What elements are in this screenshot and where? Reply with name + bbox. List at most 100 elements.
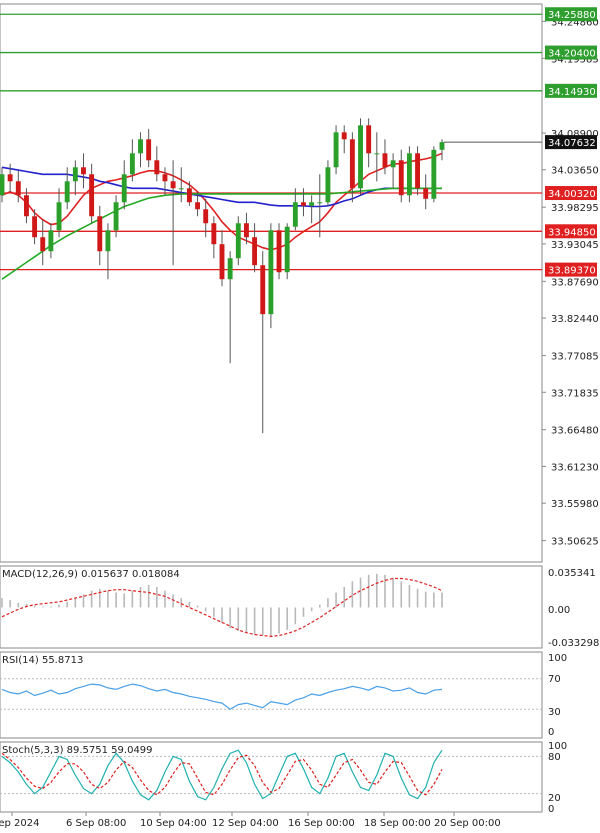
candle-body: [129, 153, 135, 175]
candle-body: [235, 223, 241, 259]
candle-body: [72, 167, 78, 182]
level-label: 34.20400: [548, 49, 596, 60]
candle-body: [398, 160, 404, 196]
price-tick-label: 34.03650: [551, 166, 599, 177]
indicator-tick-label: 100: [548, 653, 567, 664]
indicator-label: RSI(14) 55.8713: [2, 655, 83, 666]
candle-body: [366, 125, 372, 154]
price-tick-label: 33.55980: [551, 499, 599, 510]
candle-body: [32, 216, 38, 238]
price-chart: 34.2486034.1958534.0890034.0365033.98295…: [0, 3, 599, 829]
candle-body: [195, 202, 200, 210]
candle-body: [439, 142, 445, 150]
candle-body: [64, 181, 70, 203]
candle-body: [406, 153, 412, 196]
level-label: 33.94850: [548, 227, 596, 238]
candle-body: [252, 237, 258, 266]
candle-body: [170, 181, 176, 189]
candle-body: [154, 160, 160, 175]
level-label: 34.25880: [548, 10, 596, 21]
price-tick-label: 33.93045: [551, 240, 599, 251]
candle-body: [317, 202, 323, 204]
candle-body: [15, 181, 21, 196]
rsi-line: [1, 683, 443, 710]
candle-body: [40, 237, 46, 252]
candle-body: [284, 226, 290, 273]
candle-body: [309, 202, 315, 206]
chart-root: 34.24860 34.19585 34.08900 34.03650 33.98295…: [0, 0, 600, 829]
candle-body: [227, 258, 233, 280]
x-tick-label: 12 Sep 04:00: [212, 818, 279, 829]
candle-body: [113, 202, 119, 231]
x-tick-label: 20 Sep 00:00: [434, 818, 501, 829]
x-tick-label: Sep 2024: [0, 818, 39, 829]
candle-body: [358, 125, 363, 189]
candle-body: [415, 153, 420, 189]
level-label: 34.00320: [548, 189, 596, 200]
x-tick-label: 18 Sep 00:00: [364, 818, 431, 829]
candle-body: [56, 202, 62, 231]
candle-body: [219, 244, 225, 280]
candle-body: [268, 230, 274, 315]
candle-body: [48, 230, 54, 252]
price-tick-label: 33.61230: [551, 462, 599, 473]
price-tick-label: 33.71835: [551, 388, 599, 399]
candle-body: [423, 188, 429, 199]
candle-body: [0, 174, 5, 196]
indicator-label: MACD(12,26,9) 0.015637 0.018084: [2, 569, 180, 580]
candle-body: [333, 132, 339, 168]
price-tick-label: 33.87690: [551, 277, 599, 288]
candle-body: [146, 139, 152, 161]
candle-body: [244, 223, 249, 238]
candle-body: [162, 174, 168, 182]
stoch-k-line: [1, 749, 443, 801]
candle-body: [105, 230, 111, 252]
indicator-tick-label: 0.035341: [548, 568, 596, 579]
candle-body: [325, 167, 331, 203]
current-price-label: 34.07632: [548, 138, 596, 149]
candle-body: [301, 202, 306, 206]
candle-body: [97, 216, 103, 252]
indicator-tick-label: -0.033298: [548, 638, 599, 649]
candle-body: [7, 174, 13, 182]
candle-body: [390, 160, 396, 168]
candle-body: [89, 174, 95, 217]
x-tick-label: 16 Sep 00:00: [288, 818, 355, 829]
candle-body: [178, 188, 184, 190]
candle-body: [382, 153, 388, 168]
candle-body: [121, 174, 127, 203]
stoch-d-line: [1, 752, 443, 796]
candle-body: [341, 132, 347, 140]
price-tick-label: 33.77085: [551, 352, 599, 363]
candle-body: [276, 230, 282, 273]
x-tick-label: 10 Sep 04:00: [140, 818, 207, 829]
indicator-tick-label: 0: [548, 804, 554, 815]
candle-body: [349, 139, 355, 189]
indicator-tick-label: 100: [548, 741, 567, 752]
candle-body: [186, 188, 192, 203]
macd-signal-line: [1, 577, 443, 638]
candle-body: [138, 139, 143, 154]
candle-body: [203, 209, 209, 224]
indicator-tick-label: 20: [548, 793, 561, 804]
price-tick-label: 33.50625: [551, 537, 599, 548]
indicator-tick-label: 30: [548, 707, 561, 718]
candle-body: [431, 149, 437, 199]
indicator-tick-label: 80: [548, 752, 561, 763]
level-label: 33.89370: [548, 266, 596, 277]
candle-body: [211, 223, 217, 245]
level-label: 34.14930: [548, 87, 596, 98]
indicator-tick-label: 0: [548, 727, 554, 738]
indicator-tick-label: 0.00: [548, 605, 570, 616]
price-tick-label: 33.98295: [551, 203, 599, 214]
candle-body: [81, 167, 86, 175]
candle-body: [292, 202, 298, 227]
candle-body: [260, 265, 266, 315]
candle-body: [24, 195, 29, 217]
price-tick-label: 33.82440: [551, 314, 599, 325]
indicator-label: Stoch(5,3,3) 89.5751 59.0499: [2, 745, 153, 756]
indicator-tick-label: 70: [548, 674, 561, 685]
price-tick-label: 33.66480: [551, 426, 599, 437]
x-tick-label: 6 Sep 08:00: [66, 818, 126, 829]
candle-body: [374, 153, 380, 155]
